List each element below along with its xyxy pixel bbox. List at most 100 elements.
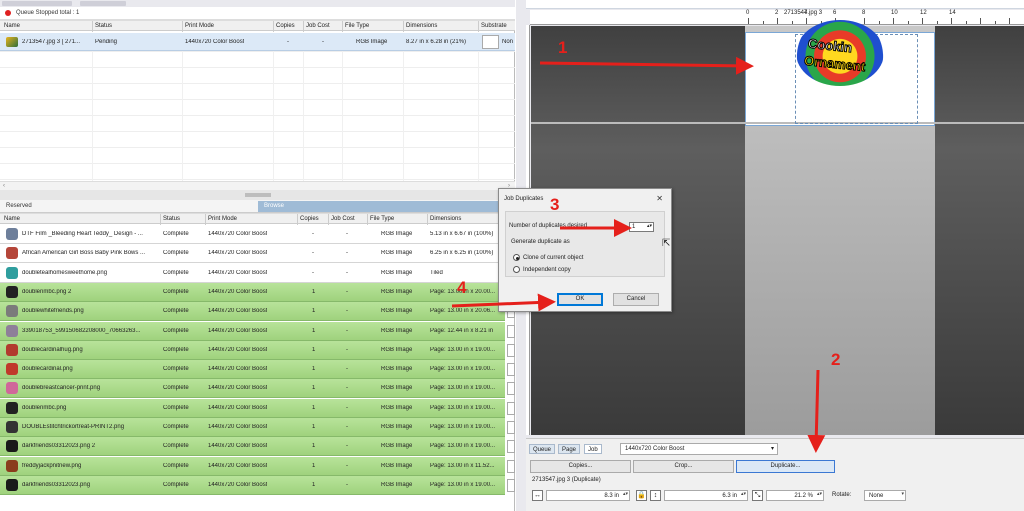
horizontal-scrollbar[interactable]: ‹ › xyxy=(0,181,515,190)
cell-copies: 1 xyxy=(312,327,316,334)
spinner-icon[interactable]: ▴▾ xyxy=(623,491,628,497)
independent-radio[interactable] xyxy=(513,266,520,273)
rotate-select[interactable]: None ▾ xyxy=(864,490,906,501)
job-row[interactable]: 339018753_599150682208000_70663263... Com… xyxy=(0,321,515,341)
cell-name: doublebreastcancer-print.png xyxy=(22,385,101,392)
job-row[interactable]: doublenmbc.png Complete 1440x720 Color Boo… xyxy=(0,398,515,418)
clone-radio[interactable] xyxy=(513,254,520,261)
tab-queue[interactable]: Queue xyxy=(529,444,556,454)
ruler-tick xyxy=(965,21,967,24)
ruler-tick xyxy=(936,21,938,24)
substrate-swatch[interactable] xyxy=(507,382,515,396)
job-row[interactable]: darkfriends03312023.png Complete 1440x720 … xyxy=(0,475,515,495)
spinner-icon[interactable]: ▴▾ xyxy=(817,491,822,497)
tab-page[interactable]: Page xyxy=(558,444,581,454)
cell-cost: - xyxy=(346,462,348,469)
substrate-swatch[interactable] xyxy=(507,363,515,377)
col-job-cost[interactable]: Job Cost xyxy=(331,216,355,222)
spinner-icon[interactable]: ▴▾ xyxy=(741,491,746,497)
duplicates-count-input[interactable]: 1 ▴▾ xyxy=(629,222,654,232)
splitter-grip-icon[interactable] xyxy=(245,193,271,197)
col-substrate[interactable]: Substrate xyxy=(481,23,507,29)
cell-copies: 1 xyxy=(312,288,316,295)
generate-label: Generate duplicate as xyxy=(511,239,570,245)
col-print-mode[interactable]: Print Mode xyxy=(208,216,237,222)
job-image-logo[interactable]: Cookin Ornament xyxy=(786,16,898,92)
queue-table-header: Name Status Print Mode Copies Job Cost F… xyxy=(0,20,515,32)
substrate-swatch[interactable] xyxy=(507,343,515,357)
cell-status: Complete xyxy=(163,443,189,450)
col-job-cost[interactable]: Job Cost xyxy=(306,23,330,29)
jobs-table-header: Name Status Print Mode Copies Job Cost F… xyxy=(0,213,515,225)
cancel-button[interactable]: Cancel xyxy=(613,293,659,306)
col-copies[interactable]: Copies xyxy=(276,23,295,29)
cell-mode: 1440x720 Color Boost xyxy=(208,250,268,257)
job-row[interactable]: doublecardinalhug.png Complete 1440x720 Co… xyxy=(0,340,515,360)
print-mode-value: 1440x720 Color Boost xyxy=(625,446,685,452)
cell-mode: 1440x720 Color Boost xyxy=(208,462,268,469)
substrate-swatch[interactable] xyxy=(507,459,515,473)
spinner-icon[interactable]: ▴▾ xyxy=(647,223,652,229)
substrate-swatch[interactable] xyxy=(507,440,515,454)
col-status[interactable]: Status xyxy=(163,216,180,222)
job-thumbnail-icon xyxy=(6,343,18,356)
tab-reserved[interactable]: Reserved xyxy=(0,201,258,212)
job-thumbnail-icon xyxy=(6,363,18,376)
job-thumbnail-icon xyxy=(6,266,18,279)
cell-name: doubletealhomesweethome.png xyxy=(22,269,108,276)
job-thumbnail-icon xyxy=(6,459,18,472)
job-row[interactable]: freddyjackpnitnew.png Complete 1440x720 Co… xyxy=(0,456,515,476)
job-row[interactable]: doublebreastcancer-print.png Complete 1440… xyxy=(0,379,515,399)
col-status[interactable]: Status xyxy=(95,23,112,29)
width-input[interactable]: 8.3 in ▴▾ xyxy=(546,490,630,501)
col-name[interactable]: Name xyxy=(4,23,20,29)
height-value: 6.3 in xyxy=(722,493,737,499)
scale-input[interactable]: 21.2 % ▴▾ xyxy=(766,490,824,501)
tab-browse[interactable]: Browse xyxy=(258,201,515,212)
lock-icon[interactable]: 🔒 xyxy=(636,490,647,501)
substrate-swatch[interactable] xyxy=(482,35,499,49)
col-file-type[interactable]: File Type xyxy=(370,216,394,222)
height-input[interactable]: 6.3 in ▴▾ xyxy=(664,490,748,501)
job-row[interactable]: doublenmbc.png 2 Complete 1440x720 Color B… xyxy=(0,282,515,302)
faded-tab[interactable] xyxy=(2,1,72,6)
col-dimensions[interactable]: Dimensions xyxy=(406,23,437,29)
ruler-number: 0 xyxy=(746,10,750,16)
substrate-swatch[interactable] xyxy=(507,324,515,338)
panel-splitter[interactable] xyxy=(0,190,515,200)
copies-button[interactable]: Copies... xyxy=(530,460,631,473)
job-thumbnail-icon xyxy=(6,421,18,433)
tab-job[interactable]: Job xyxy=(584,444,602,454)
col-dimensions[interactable]: Dimensions xyxy=(430,216,461,222)
col-file-type[interactable]: File Type xyxy=(345,23,369,29)
col-print-mode[interactable]: Print Mode xyxy=(185,23,214,29)
duplicates-count-value: 1 xyxy=(632,224,636,230)
col-name[interactable]: Name xyxy=(4,216,20,222)
job-row[interactable]: doublecardinal.png Complete 1440x720 Color… xyxy=(0,360,515,380)
col-copies[interactable]: Copies xyxy=(300,216,319,222)
job-row[interactable]: doubletealhomesweethome.png Complete 1440x… xyxy=(0,263,505,283)
list-tabs: Reserved Browse xyxy=(0,200,515,213)
ok-button[interactable]: OK xyxy=(557,293,603,306)
crop-button[interactable]: Crop... xyxy=(633,460,734,473)
duplicate-button[interactable]: Duplicate... xyxy=(736,460,835,473)
cell-status: Pending xyxy=(95,39,118,45)
height-icon: ↕ xyxy=(650,490,661,501)
job-thumbnail-icon xyxy=(6,305,18,318)
substrate-swatch[interactable] xyxy=(507,401,515,415)
substrate-swatch[interactable] xyxy=(507,478,515,492)
job-row[interactable]: African American Girl Boss Baby Pink Bow… xyxy=(0,244,505,264)
cell-copies: - xyxy=(312,269,314,276)
queue-row-selected[interactable]: 2713547.jpg 3 [ 271... Pending 1440x720 … xyxy=(0,33,515,51)
job-row[interactable]: DTF Film _Bleeding Heart Teddy_ Design -… xyxy=(0,225,505,244)
substrate-swatch[interactable] xyxy=(507,421,515,434)
faded-tab[interactable] xyxy=(80,1,126,6)
job-row[interactable]: darkfriends03312023.png 2 Complete 1440x72… xyxy=(0,437,515,457)
job-row[interactable]: DOUBLEstitchtrickortreat-PRINT2.png Compl… xyxy=(0,418,515,437)
stopped-status-icon xyxy=(5,10,11,16)
print-mode-select[interactable]: 1440x720 Color Boost ▾ xyxy=(620,443,778,455)
close-icon[interactable]: ✕ xyxy=(656,194,663,203)
cell-mode: 1440x720 Color Boost xyxy=(208,443,268,450)
job-row[interactable]: doublewhitefriends.png Complete 1440x720 C… xyxy=(0,302,515,322)
scroll-left-icon[interactable]: ‹ xyxy=(3,183,5,189)
